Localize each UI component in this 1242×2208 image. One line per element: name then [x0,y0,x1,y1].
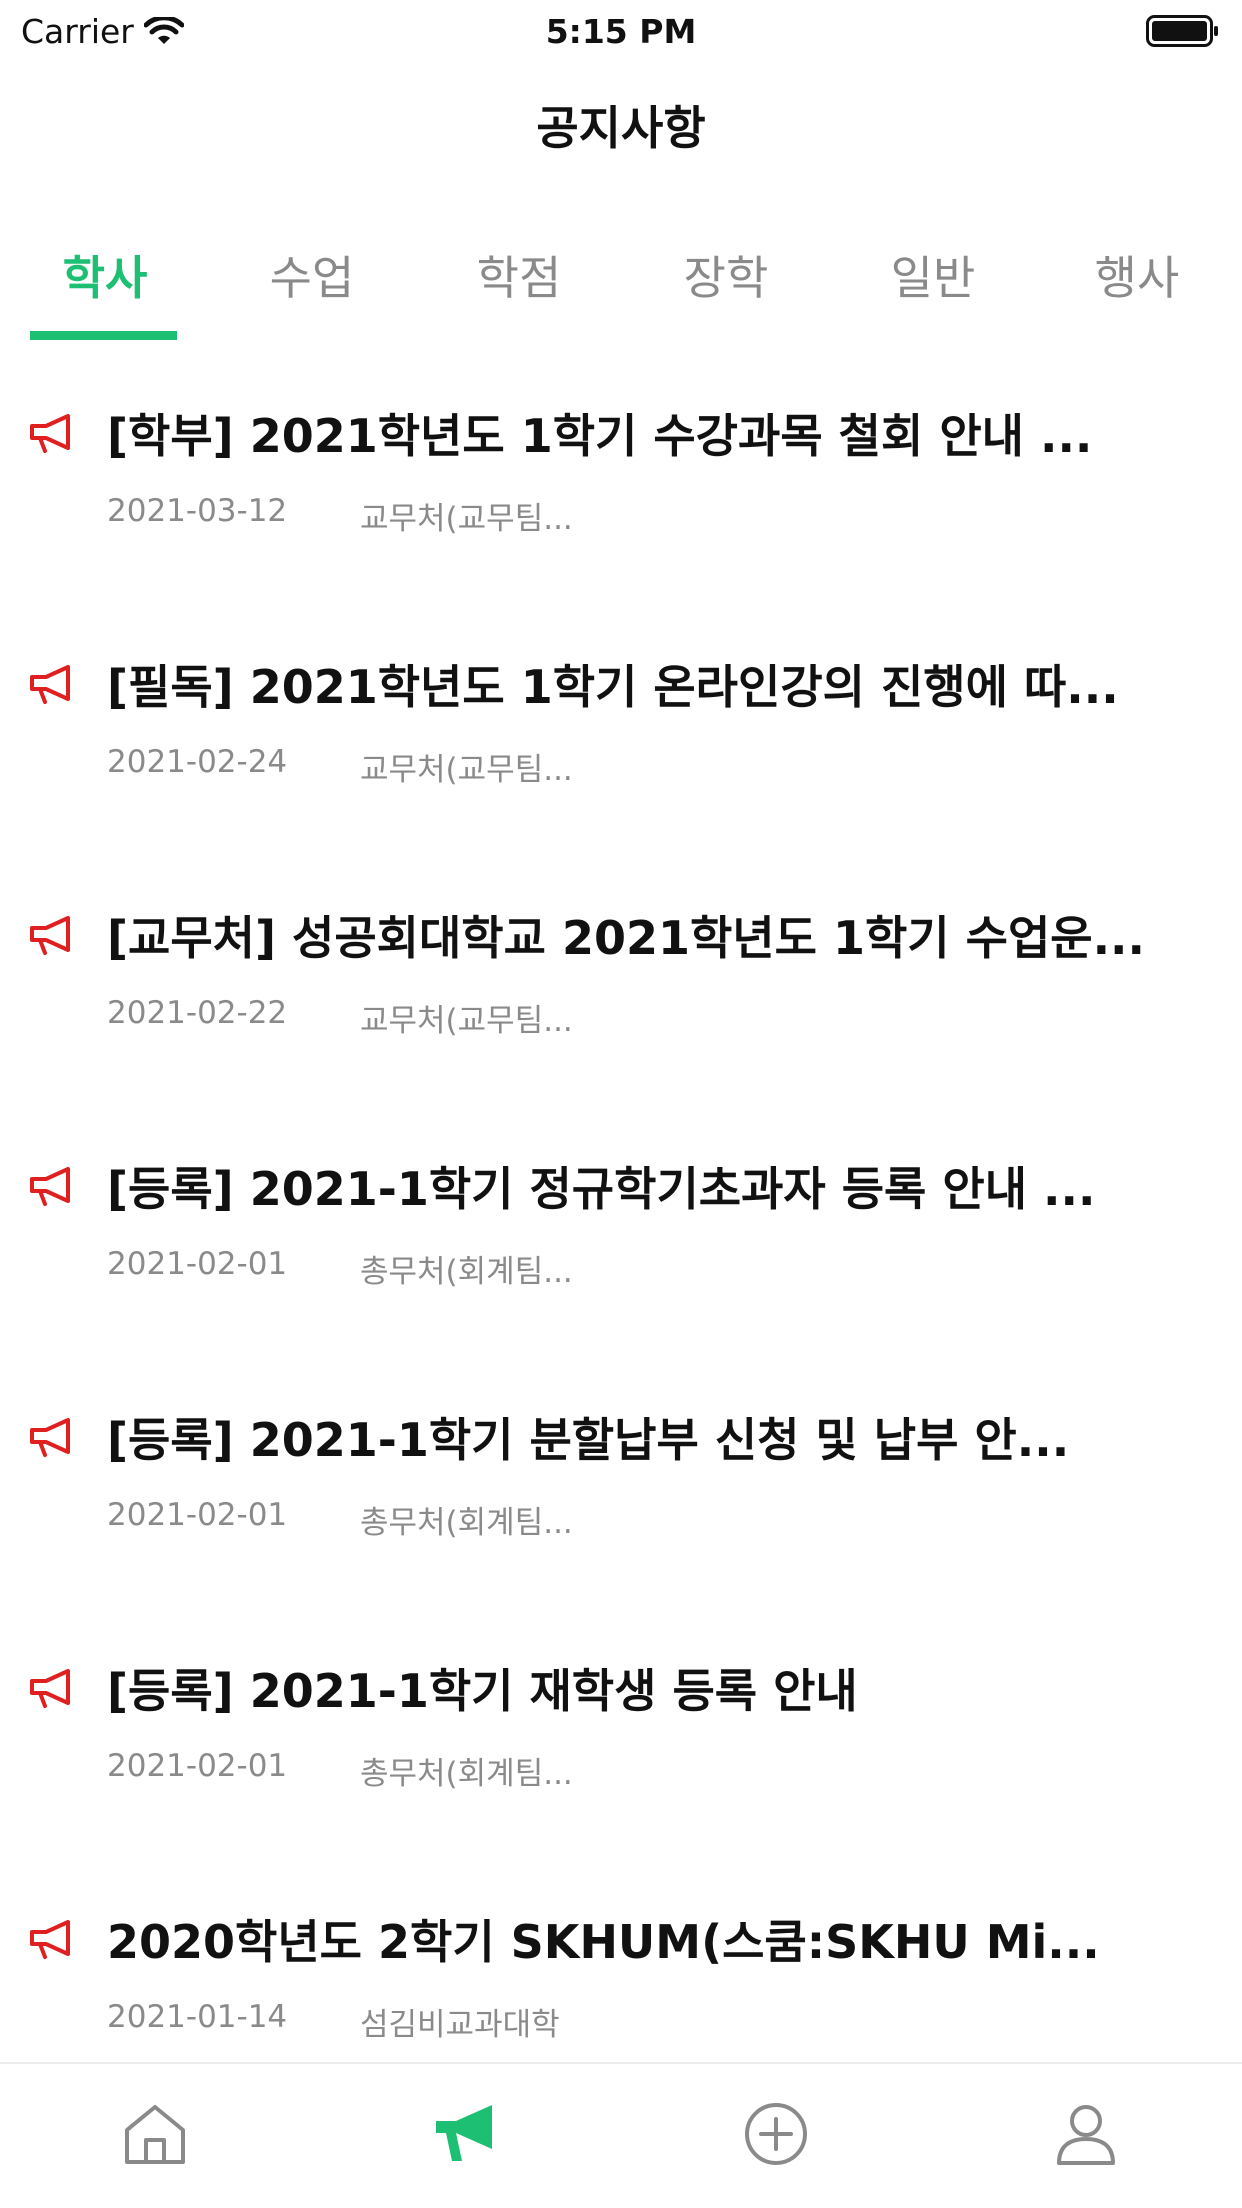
notice-item[interactable]: [학부] 2021학년도 1학기 수강과목 철회 안내 ... 2021-03-… [0,360,1242,611]
status-bar: Carrier 5:15 PM [0,0,1242,64]
notice-date: 2021-01-14 [107,1999,288,2035]
active-tab-indicator [30,331,177,340]
tab-haksa[interactable]: 학사 [0,242,210,308]
plus-circle-icon [745,2103,807,2165]
megaphone-icon [30,1669,70,1708]
megaphone-icon [436,2105,492,2161]
battery-icon [1146,15,1218,47]
page-title: 공지사항 [536,101,706,155]
tabbar-home-button[interactable] [115,2094,195,2174]
notice-author: 총무처(회계팀... [360,1254,573,1290]
home-icon [125,2105,185,2164]
notice-item[interactable]: [필독] 2021학년도 1학기 온라인강의 진행에 따... 2021-02-… [0,611,1242,862]
tabbar-profile-button[interactable] [1046,2094,1126,2174]
megaphone-icon [30,1418,70,1457]
notice-title: [등록] 2021-1학기 분할납부 신청 및 납부 안... [107,1413,1070,1467]
notice-date: 2021-02-01 [107,1748,288,1784]
tabbar-add-button[interactable] [736,2094,816,2174]
notice-author: 총무처(회계팀... [360,1756,573,1792]
tab-haengsa[interactable]: 행사 [1032,242,1242,308]
notice-item[interactable]: [등록] 2021-1학기 정규학기초과자 등록 안내 ... 2021-02-… [0,1113,1242,1364]
megaphone-icon [30,1167,70,1206]
notice-author: 총무처(회계팀... [360,1505,573,1541]
tab-ilban[interactable]: 일반 [828,242,1038,308]
notice-title: [등록] 2021-1학기 재학생 등록 안내 [107,1664,858,1718]
category-tabs: 학사 수업 학점 장학 일반 행사 [0,222,1242,342]
person-icon [1057,2105,1115,2165]
notice-item[interactable]: [등록] 2021-1학기 재학생 등록 안내 2021-02-01 총무처(회… [0,1615,1242,1866]
notice-author: 교무처(교무팀... [360,1003,573,1039]
notice-title: [학부] 2021학년도 1학기 수강과목 철회 안내 ... [107,409,1093,463]
notice-date: 2021-02-01 [107,1246,288,1282]
notice-author: 교무처(교무팀... [360,752,573,788]
megaphone-icon [30,1920,70,1959]
status-time: 5:15 PM [545,12,697,51]
notice-title: [교무처] 성공회대학교 2021학년도 1학기 수업운... [107,911,1146,965]
notice-title: [등록] 2021-1학기 정규학기초과자 등록 안내 ... [107,1162,1096,1216]
tab-janghak[interactable]: 장학 [621,242,831,308]
tab-hakjeom[interactable]: 학점 [414,242,624,308]
tabbar-notice-button[interactable] [425,2094,505,2174]
notice-date: 2021-02-24 [107,744,288,780]
bottom-tab-bar [0,2062,1242,2208]
tab-sueop[interactable]: 수업 [207,242,417,308]
megaphone-icon [30,414,70,453]
notice-date: 2021-02-22 [107,995,288,1031]
notice-date: 2021-03-12 [107,493,288,529]
notice-title: 2020학년도 2학기 SKHUM(스쿰:SKHU Mi... [107,1915,1100,1969]
notice-author: 교무처(교무팀... [360,501,573,537]
megaphone-icon [30,665,70,704]
notice-item[interactable]: [등록] 2021-1학기 분할납부 신청 및 납부 안... 2021-02-… [0,1364,1242,1615]
notice-item[interactable]: [교무처] 성공회대학교 2021학년도 1학기 수업운... 2021-02-… [0,862,1242,1113]
notice-title: [필독] 2021학년도 1학기 온라인강의 진행에 따... [107,660,1119,714]
notice-author: 섬김비교과대학 [360,2007,560,2043]
megaphone-icon [30,916,70,955]
notice-date: 2021-02-01 [107,1497,288,1533]
